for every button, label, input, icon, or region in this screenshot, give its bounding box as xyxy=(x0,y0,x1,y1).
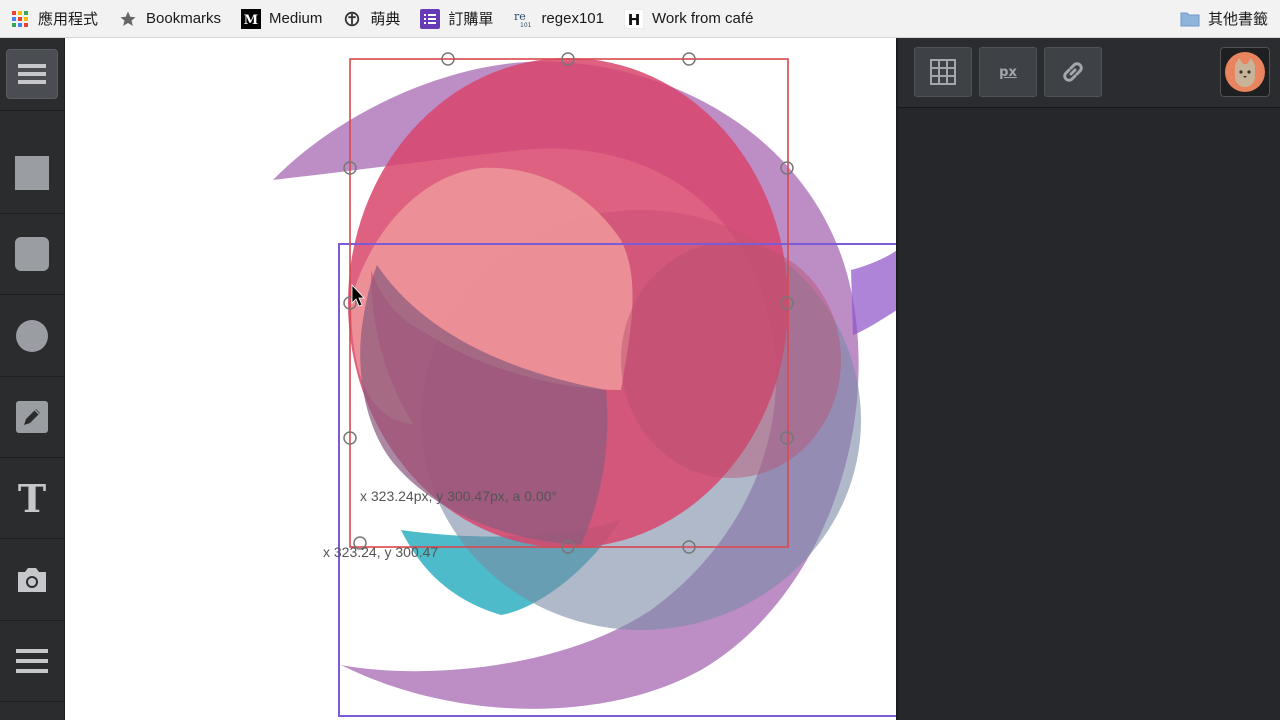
ellipse-tool[interactable] xyxy=(0,296,64,377)
moedict-icon xyxy=(342,9,362,29)
bookmark-label: Medium xyxy=(269,10,323,27)
panel-toolbar: px xyxy=(898,38,1280,108)
h-logo-icon: H xyxy=(624,8,644,29)
pencil-tool[interactable] xyxy=(0,377,64,458)
folder-icon xyxy=(1180,9,1200,29)
bookmark-apps[interactable]: 應用程式 xyxy=(0,0,108,38)
properties-panel: px xyxy=(896,38,1280,720)
svg-text:101: 101 xyxy=(520,22,532,29)
bookmark-other[interactable]: 其他書籤 xyxy=(1170,0,1280,38)
apps-grid-icon xyxy=(10,9,30,29)
square-icon xyxy=(15,156,49,190)
tool-sidebar: T xyxy=(0,38,64,720)
grid-button[interactable] xyxy=(914,47,972,97)
cat-avatar-icon xyxy=(1225,52,1265,92)
user-avatar[interactable] xyxy=(1220,47,1270,97)
bookmark-label: Work from café xyxy=(652,10,754,27)
camera-tool[interactable] xyxy=(0,540,64,621)
star-icon xyxy=(118,9,138,29)
drawing-canvas[interactable]: x 323.24px, y 300.47px, a 0.00° x 323.24… xyxy=(64,38,896,720)
right-inner-circle-shape[interactable] xyxy=(621,242,841,478)
link-icon xyxy=(1063,62,1083,82)
link-button[interactable] xyxy=(1044,47,1102,97)
bookmark-work-from-cafe[interactable]: H Work from café xyxy=(614,0,763,38)
regex101-icon: re 101 xyxy=(513,9,533,29)
units-button[interactable]: px xyxy=(979,47,1037,97)
cursor-readout: x 323.24, y 300.47 xyxy=(323,544,439,560)
rounded-square-icon xyxy=(15,237,49,271)
bookmark-medium[interactable]: M Medium xyxy=(231,0,332,38)
circle-icon xyxy=(16,320,48,352)
text-icon: T xyxy=(17,475,47,521)
menu-button[interactable] xyxy=(0,38,64,111)
tail-feather-shape[interactable] xyxy=(851,250,896,335)
bookmark-label: regex101 xyxy=(541,10,604,27)
svg-text:M: M xyxy=(244,13,258,28)
bookmark-label: 應用程式 xyxy=(38,11,99,28)
layers-menu-button[interactable] xyxy=(0,621,64,702)
bookmark-bookmarks[interactable]: Bookmarks xyxy=(108,0,231,38)
bookmark-label: 訂購單 xyxy=(448,11,494,28)
bookmark-label: 萌典 xyxy=(370,11,401,28)
text-tool[interactable]: T xyxy=(0,458,64,539)
camera-icon xyxy=(18,568,46,592)
list-icon xyxy=(16,649,48,673)
medium-logo-icon: M xyxy=(241,8,262,29)
pencil-icon xyxy=(16,401,48,433)
rectangle-tool[interactable] xyxy=(0,133,64,214)
bookmark-moedict[interactable]: 萌典 xyxy=(332,0,410,38)
artwork[interactable] xyxy=(65,38,896,720)
px-units-icon: px xyxy=(999,64,1017,80)
svg-text:H: H xyxy=(628,11,641,29)
bookmark-order-form[interactable]: 訂購單 xyxy=(410,0,503,38)
bookmark-label: 其他書籤 xyxy=(1207,11,1268,28)
bookmark-regex101[interactable]: re 101 regex101 xyxy=(503,0,614,38)
bookmarks-bar: 應用程式 Bookmarks M Medium 萌典 訂購單 re 101 reg… xyxy=(0,0,1280,38)
bookmark-label: Bookmarks xyxy=(146,10,222,27)
rounded-rectangle-tool[interactable] xyxy=(0,214,64,295)
transform-readout: x 323.24px, y 300.47px, a 0.00° xyxy=(360,488,558,504)
grid-icon xyxy=(930,59,956,85)
list-icon xyxy=(420,8,441,29)
menu-icon xyxy=(6,49,58,99)
